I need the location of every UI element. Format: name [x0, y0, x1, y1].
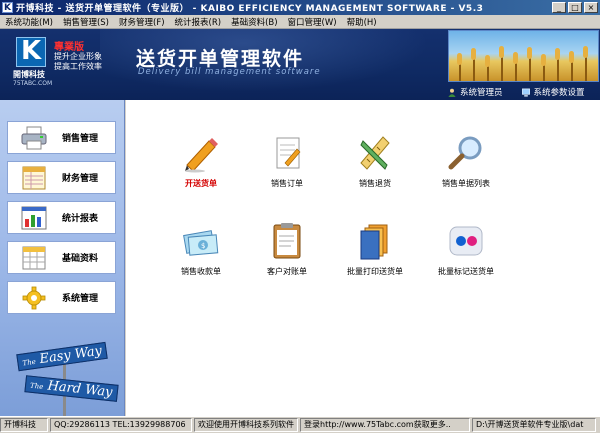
- folders-icon: [360, 224, 388, 260]
- printer-icon: [20, 125, 48, 151]
- slogan-line2: 提高工作效率: [54, 62, 102, 71]
- tile-customer-statement-label: 客户对账单: [267, 267, 307, 276]
- tile-sales-order[interactable]: 销售订单: [237, 133, 337, 189]
- title-bar: K 开博科技 - 送货开单管理软件（专业版） - KAIBO EFFICIENC…: [0, 0, 600, 15]
- status-website: 登录http://www.75Tabc.com获取更多..: [300, 418, 470, 432]
- menu-window[interactable]: 窗口管理(W): [283, 16, 342, 28]
- nav-finance[interactable]: 财务管理: [7, 161, 116, 194]
- tile-batch-mark[interactable]: 批量标记送货单: [416, 221, 516, 277]
- menu-bar: 系统功能(M) 销售管理(S) 财务管理(F) 统计报表(R) 基础资料(B) …: [0, 15, 600, 29]
- ruler-pencil-icon: [360, 136, 390, 170]
- document-edit-icon: [276, 137, 301, 169]
- nav-reports[interactable]: 统计报表: [7, 201, 116, 234]
- window-title: 开博科技 - 送货开单管理软件（专业版） - KAIBO EFFICIENCY …: [16, 4, 484, 14]
- admin-link-label: 系统管理员: [460, 88, 503, 98]
- sign-hard-the: The: [29, 381, 44, 392]
- status-contact: QQ:29286113 TEL:13929988706: [50, 418, 192, 432]
- user-icon: [448, 88, 456, 97]
- nav-basic-data[interactable]: 基础资料: [7, 241, 116, 274]
- tile-customer-statement[interactable]: 客户对账单: [237, 221, 337, 277]
- tile-sales-order-label: 销售订单: [271, 179, 303, 188]
- status-company: 开博科技: [0, 418, 48, 432]
- tile-sales-receipt[interactable]: $ 销售收款单: [151, 221, 251, 277]
- nav-system-label: 系统管理: [62, 294, 99, 304]
- flickr-dots-icon: [449, 226, 483, 256]
- easy-hard-way-sign: The Easy Way The Hard Way: [15, 341, 119, 417]
- money-icon: $: [183, 230, 219, 256]
- tile-sales-list-label: 销售单据列表: [442, 179, 490, 188]
- clipboard-icon: [273, 223, 301, 259]
- menu-basic-data[interactable]: 基础资料(B): [226, 16, 282, 28]
- menu-system[interactable]: 系统功能(M): [0, 16, 58, 28]
- logo-company-name: 開博科技: [13, 70, 45, 79]
- status-path: D:\开博送货单软件专业版\dat: [472, 418, 596, 432]
- close-button[interactable]: ×: [584, 2, 598, 13]
- nav-reports-label: 统计报表: [62, 214, 99, 224]
- tile-batch-print[interactable]: 批量打印送货单: [325, 221, 425, 277]
- ledger-icon: [20, 165, 48, 191]
- nav-sales[interactable]: 销售管理: [7, 121, 116, 154]
- nav-sales-label: 销售管理: [62, 134, 99, 144]
- maximize-button[interactable]: □: [568, 2, 582, 13]
- tile-sales-return[interactable]: 销售退货: [325, 133, 425, 189]
- menu-reports[interactable]: 统计报表(R): [170, 16, 227, 28]
- status-welcome: 欢迎使用开博科技系列软件: [194, 418, 298, 432]
- settings-link-label: 系统参数设置: [533, 88, 585, 98]
- bar-chart-icon: [20, 205, 48, 231]
- sign-easy-text: Easy Way: [38, 343, 103, 368]
- main-content: 开送货单 销售订单 销售退货 销售单据列表 $ 销售收款单 客户对账单 批量打印…: [126, 100, 600, 416]
- tile-sales-receipt-label: 销售收款单: [181, 267, 221, 276]
- admin-link[interactable]: 系统管理员: [447, 86, 503, 98]
- wheat-field-image: [448, 30, 599, 82]
- tile-create-delivery[interactable]: 开送货单: [151, 133, 251, 189]
- sign-hard-way: The Hard Way: [24, 375, 119, 402]
- sign-hard-text: Hard Way: [46, 378, 114, 401]
- nav-basic-data-label: 基础资料: [62, 254, 99, 264]
- tile-sales-return-label: 销售退货: [359, 179, 391, 188]
- company-logo: K: [16, 36, 46, 67]
- gear-icon: [20, 285, 48, 311]
- pencil-icon: [185, 138, 218, 173]
- tile-create-delivery-label: 开送货单: [185, 179, 217, 188]
- magnifier-icon: [448, 136, 482, 170]
- menu-help[interactable]: 帮助(H): [342, 16, 382, 28]
- nav-finance-label: 财务管理: [62, 174, 99, 184]
- left-nav: 销售管理 财务管理 统计报表 基础资料 系统管理 The Easy Way Th…: [0, 100, 125, 417]
- menu-sales[interactable]: 销售管理(S): [58, 16, 114, 28]
- header-banner: K 開博科技 75TABC.COM 專業版 提升企业形象 提高工作效率 送货开单…: [0, 29, 600, 100]
- logo-url: 75TABC.COM: [13, 80, 53, 87]
- sign-easy-the: The: [22, 357, 37, 368]
- minimize-button[interactable]: _: [552, 2, 566, 13]
- app-heading-english: Delivery bill management software: [138, 67, 321, 77]
- tile-batch-mark-label: 批量标记送货单: [438, 267, 494, 276]
- nav-system[interactable]: 系统管理: [7, 281, 116, 314]
- app-icon: K: [2, 2, 13, 13]
- status-bar: 开博科技 QQ:29286113 TEL:13929988706 欢迎使用开博科…: [0, 416, 600, 433]
- tile-sales-list[interactable]: 销售单据列表: [416, 133, 516, 189]
- svg-text:$: $: [201, 242, 205, 250]
- tile-batch-print-label: 批量打印送货单: [347, 267, 403, 276]
- table-icon: [20, 245, 48, 271]
- settings-link[interactable]: 系统参数设置: [521, 86, 585, 98]
- menu-finance[interactable]: 财务管理(F): [114, 16, 170, 28]
- monitor-icon: [521, 88, 530, 97]
